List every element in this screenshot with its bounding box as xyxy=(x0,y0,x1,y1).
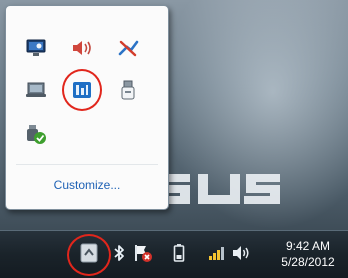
clock-time: 9:42 AM xyxy=(285,239,331,253)
taskbar: 9:42 AM 5/28/2012 xyxy=(0,230,348,278)
power-check-icon[interactable] xyxy=(24,122,48,146)
network-disconnected-icon[interactable] xyxy=(116,36,140,60)
speaker-muted-icon[interactable] xyxy=(70,36,94,60)
flyout-divider xyxy=(16,164,158,165)
tray-overflow-icon-grid xyxy=(18,16,158,176)
wireless-console-highlight-circle xyxy=(62,69,102,111)
battery-icon[interactable] xyxy=(168,241,190,265)
taskbar-clock[interactable]: 9:42 AM 5/28/2012 xyxy=(270,238,346,270)
bluetooth-icon[interactable] xyxy=(108,241,130,265)
usb-device-icon[interactable] xyxy=(116,78,140,102)
action-center-flag-icon[interactable] xyxy=(132,241,154,265)
laptop-display-icon[interactable] xyxy=(24,78,48,102)
network-signal-icon[interactable] xyxy=(206,241,228,265)
show-hidden-icons-highlight-circle xyxy=(67,234,111,276)
display-settings-icon[interactable] xyxy=(24,36,48,60)
clock-date: 5/28/2012 xyxy=(281,255,335,269)
asus-logo xyxy=(154,174,280,204)
tray-overflow-flyout: Customize... xyxy=(5,5,169,210)
customize-link[interactable]: Customize... xyxy=(6,178,168,192)
volume-icon[interactable] xyxy=(230,241,252,265)
